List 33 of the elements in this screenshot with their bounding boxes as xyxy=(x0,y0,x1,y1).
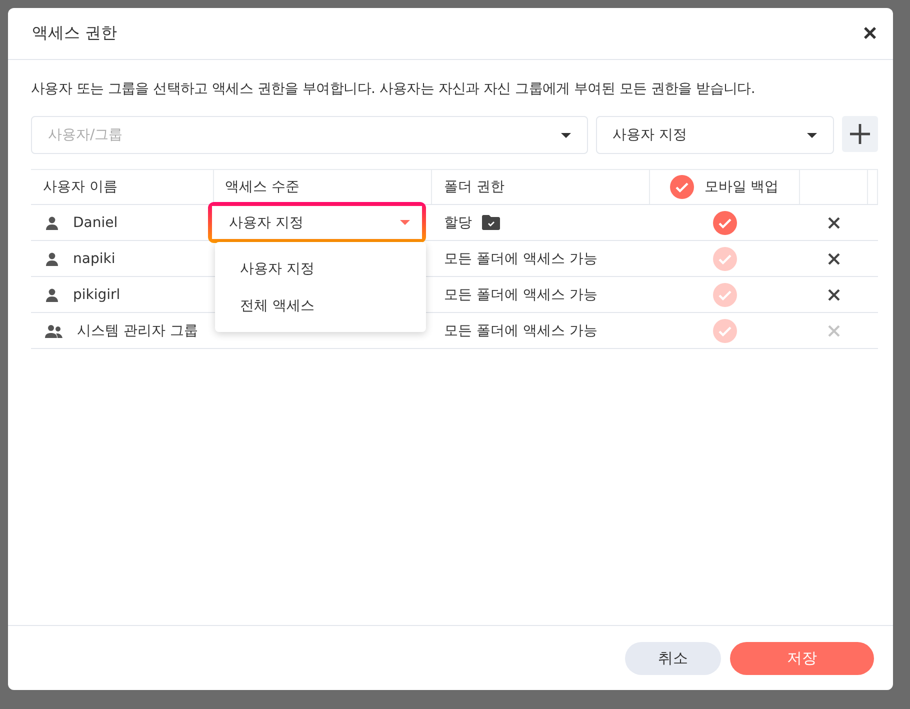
user-name: Daniel xyxy=(73,214,118,230)
close-icon[interactable] xyxy=(828,216,840,228)
user-name: napiki xyxy=(73,250,116,266)
add-button[interactable] xyxy=(842,116,878,152)
dialog-title: 액세스 권한 xyxy=(32,23,118,44)
user-icon xyxy=(45,252,59,266)
user-name: pikigirl xyxy=(73,286,120,302)
group-icon xyxy=(45,324,63,338)
folder-permission: 모든 폴더에 액세스 가능 xyxy=(444,286,598,304)
folder-permission: 할당 xyxy=(444,214,472,232)
check-circle-icon[interactable] xyxy=(713,210,737,234)
cancel-button[interactable]: 취소 xyxy=(625,642,721,674)
menu-item[interactable]: 전체 액세스 xyxy=(215,287,426,324)
menu-item[interactable]: 사용자 지정 xyxy=(215,250,426,287)
user-group-select[interactable]: 사용자/그룹 xyxy=(31,116,588,154)
access-level-dropdown[interactable]: 사용자 지정 xyxy=(212,206,422,239)
check-circle-icon xyxy=(670,175,694,199)
close-icon[interactable] xyxy=(828,252,840,264)
user-name: 시스템 관리자 그룹 xyxy=(77,322,198,340)
plus-icon xyxy=(849,123,872,145)
column-header: 모바일 백업 xyxy=(704,178,779,196)
close-icon[interactable] xyxy=(828,288,840,300)
column-header: 사용자 이름 xyxy=(43,178,118,196)
user-icon xyxy=(45,216,59,230)
folder-icon[interactable] xyxy=(482,215,500,230)
folder-permission: 모든 폴더에 액세스 가능 xyxy=(444,250,598,268)
column-header: 폴더 권한 xyxy=(444,178,504,196)
access-level-select[interactable]: 사용자 지정 xyxy=(596,116,834,154)
column-header: 액세스 수준 xyxy=(225,178,300,196)
folder-permission: 모든 폴더에 액세스 가능 xyxy=(444,322,598,340)
description-text: 사용자 또는 그룹을 선택하고 액세스 권한을 부여합니다. 사용자는 자신과 자신 그룹에게 부여된 모든 권한을 받습니다. xyxy=(31,80,756,98)
close-button[interactable]: × xyxy=(862,22,877,46)
user-icon xyxy=(45,288,59,302)
